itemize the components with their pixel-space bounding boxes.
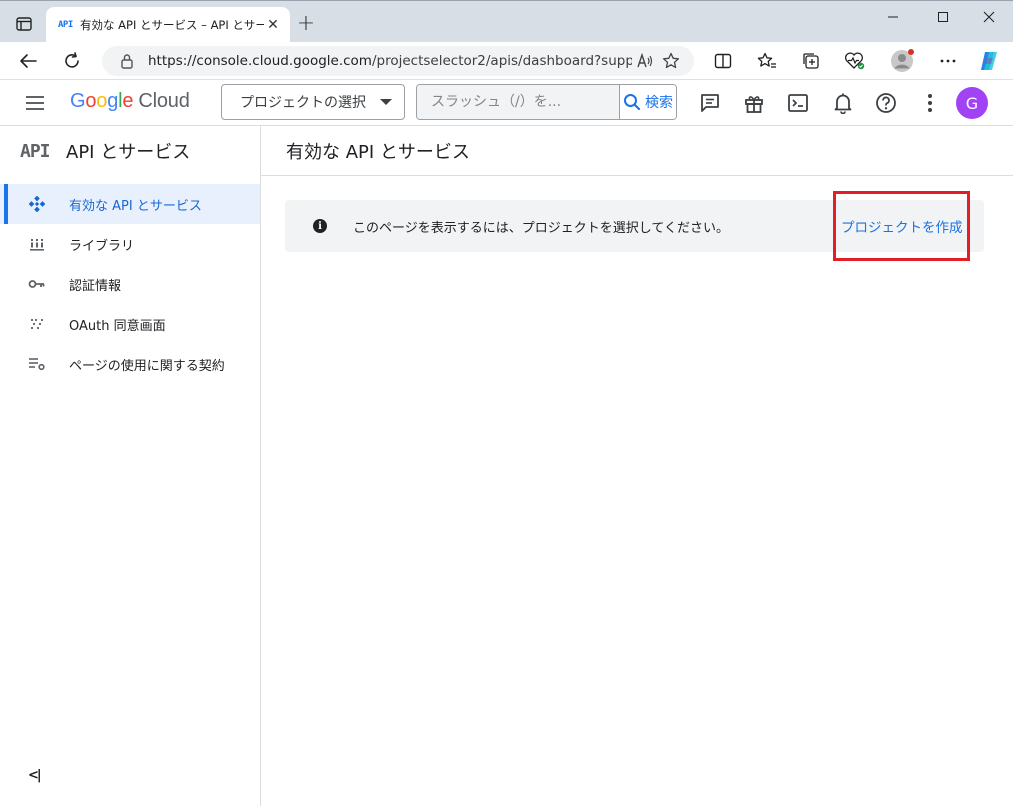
feedback-icon[interactable]: [697, 90, 723, 116]
sidebar-item-label: 認証情報: [69, 278, 122, 294]
caret-down-icon: [380, 99, 392, 105]
sidebar-title: API とサービス: [66, 142, 191, 163]
api-logo-icon: API: [20, 140, 51, 162]
sidebar-item-oauth-consent[interactable]: OAuth 同意画面: [0, 304, 260, 344]
address-bar[interactable]: https://console.cloud.google.com/project…: [102, 46, 694, 76]
browser-tab-active[interactable]: API 有効な API とサービス – API とサービス ✕: [46, 7, 290, 43]
page-header: 有効な API とサービス: [261, 126, 1013, 176]
cloud-shell-icon[interactable]: [785, 90, 811, 116]
project-selector-label: プロジェクトの選択: [240, 95, 366, 111]
sidebar-item-label: ページの使用に関する契約: [69, 358, 225, 374]
search-button-label: 検索: [645, 95, 673, 111]
main-content: 有効な API とサービス i このページを表示するには、プロジェクトを選択して…: [261, 126, 1013, 806]
banner-message: このページを表示するには、プロジェクトを選択してください。: [353, 221, 729, 236]
more-vert-icon[interactable]: [917, 90, 943, 116]
url-text: https://console.cloud.google.com/project…: [148, 53, 632, 69]
sidebar-item-enabled-apis[interactable]: 有効な API とサービス: [0, 184, 260, 224]
search-input[interactable]: [417, 85, 619, 119]
profile-icon[interactable]: [888, 48, 916, 74]
sidebar: API API とサービス 有効な API とサービス ライブラリ 認証情報 O…: [0, 126, 261, 806]
split-screen-icon[interactable]: [709, 48, 737, 74]
logo-cloud-text: Cloud: [138, 90, 190, 112]
page-title: 有効な API とサービス: [286, 141, 470, 163]
browser-essentials-icon[interactable]: [841, 48, 869, 74]
search-icon: [624, 94, 641, 111]
key-icon: [26, 278, 48, 290]
search-bar: 検索: [416, 84, 677, 120]
sidebar-item-library[interactable]: ライブラリ: [0, 224, 260, 264]
oauth-dots-icon: [26, 317, 48, 331]
sidebar-item-page-usage-agreements[interactable]: ページの使用に関する契約: [0, 344, 260, 384]
search-button[interactable]: 検索: [619, 85, 676, 119]
tab-actions-icon[interactable]: [10, 11, 38, 37]
back-arrow-icon[interactable]: [14, 48, 42, 74]
google-cloud-logo[interactable]: Google Cloud: [70, 90, 190, 113]
lock-icon[interactable]: [120, 53, 138, 69]
browser-toolbar: https://console.cloud.google.com/project…: [0, 42, 1013, 80]
maximize-icon[interactable]: [928, 7, 958, 27]
library-icon: [26, 236, 48, 252]
sidebar-item-credentials[interactable]: 認証情報: [0, 264, 260, 304]
sidebar-item-label: OAuth 同意画面: [69, 318, 166, 334]
read-aloud-icon[interactable]: [632, 53, 658, 69]
collapse-sidebar-icon[interactable]: <|: [28, 768, 42, 783]
api-diamond-icon: [26, 196, 48, 212]
help-icon[interactable]: [873, 90, 899, 116]
window-close-icon[interactable]: [974, 7, 1004, 27]
settings-list-icon: [26, 357, 48, 371]
collections-icon[interactable]: [797, 48, 825, 74]
minimize-icon[interactable]: [878, 7, 908, 27]
more-options-icon[interactable]: [934, 48, 962, 74]
api-favicon-icon: API: [58, 20, 73, 30]
account-avatar[interactable]: G: [956, 87, 988, 119]
main-menu-icon[interactable]: [26, 92, 50, 114]
copilot-icon[interactable]: [975, 48, 1003, 74]
gift-icon[interactable]: [741, 90, 767, 116]
browser-tab-bar: API 有効な API とサービス – API とサービス ✕ +: [0, 0, 1013, 43]
tab-title: 有効な API とサービス – API とサービス: [80, 18, 264, 32]
new-tab-button[interactable]: +: [294, 13, 318, 37]
info-banner: i このページを表示するには、プロジェクトを選択してください。 プロジェクトを作…: [285, 200, 984, 252]
sidebar-item-label: 有効な API とサービス: [69, 198, 202, 214]
create-project-link[interactable]: プロジェクトを作成: [841, 216, 963, 236]
sidebar-header: API API とサービス: [0, 126, 261, 176]
tab-close-icon[interactable]: ✕: [264, 16, 282, 34]
notifications-bell-icon[interactable]: [830, 90, 856, 116]
gcp-header: GoogleCloud プロジェクトの選択 検索 G: [0, 80, 1013, 126]
reload-icon[interactable]: [58, 48, 86, 74]
favorite-star-icon[interactable]: [658, 52, 684, 70]
sidebar-item-label: ライブラリ: [69, 238, 135, 254]
favorites-icon[interactable]: [753, 48, 781, 74]
info-icon: i: [313, 219, 327, 233]
project-selector-button[interactable]: プロジェクトの選択: [221, 84, 405, 120]
logo-google-text: Google: [70, 90, 134, 112]
